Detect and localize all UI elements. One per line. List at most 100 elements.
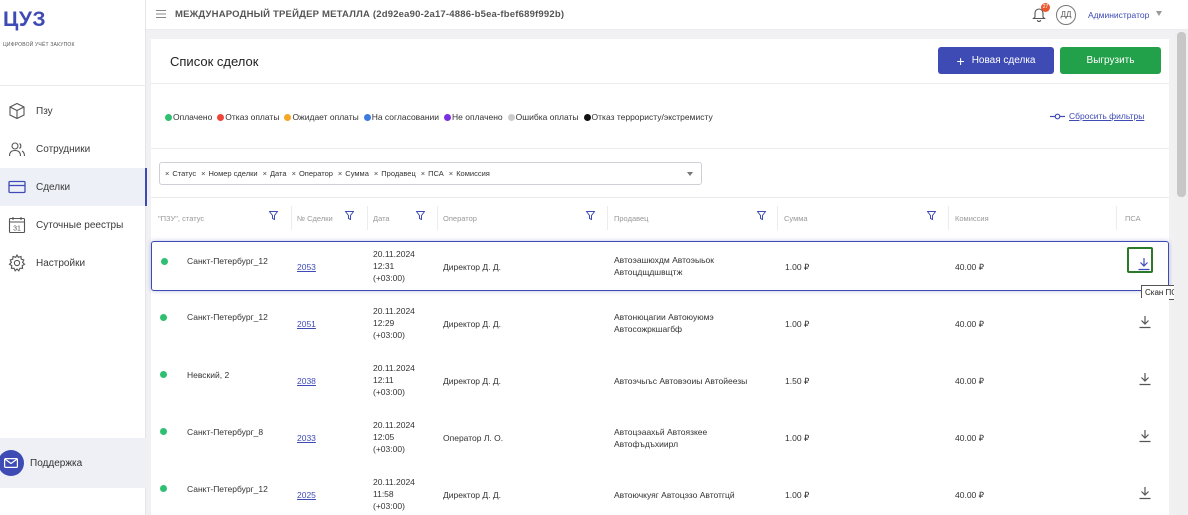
column-header-number[interactable]: № Сделки [297, 211, 333, 225]
column-header-psa[interactable]: ПСА [1125, 211, 1141, 225]
filter-icon[interactable] [586, 211, 595, 220]
legend-not-paid[interactable]: Не оплачено [444, 112, 503, 122]
close-icon[interactable]: × [201, 169, 205, 178]
column-header-date[interactable]: Дата [373, 211, 390, 225]
deal-time: 12:31 [373, 261, 395, 271]
column-header-operator[interactable]: Оператор [443, 211, 477, 225]
close-icon[interactable]: × [374, 169, 378, 178]
close-icon[interactable]: × [165, 169, 169, 178]
column-header-status[interactable]: "ПЗУ", статус [158, 211, 204, 225]
column-chip-number[interactable]: × Номер сделки [201, 169, 257, 178]
legend-payment-error[interactable]: Ошибка оплаты [507, 112, 579, 122]
point-name: Санкт-Петербург_12 [187, 312, 268, 322]
table-row[interactable]: Санкт-Петербург_12 2025 20.11.2024 11:58… [151, 469, 1169, 515]
column-select[interactable]: × Статус × Номер сделки × Дата × Оператор × С… [159, 162, 702, 185]
download-icon[interactable] [1138, 486, 1152, 500]
column-header-commission[interactable]: Комиссия [955, 211, 989, 225]
filter-reset-icon [1050, 113, 1065, 119]
seller-name-line2: Автоцдщдшвщтж [614, 267, 683, 277]
download-icon[interactable] [1138, 315, 1152, 329]
deal-timezone: (+03:00) [373, 387, 405, 397]
deal-commission: 40.00 ₽ [955, 262, 985, 272]
point-name: Санкт-Петербург_8 [187, 427, 264, 437]
sidebar-item-settings[interactable]: Настройки [0, 244, 146, 282]
deal-number-link[interactable]: 2025 [297, 490, 316, 500]
table-row[interactable]: Невский, 2 2038 20.11.2024 12:11 (+03:00… [151, 355, 1169, 405]
sidebar-item-daily-registers[interactable]: 31 Суточные реестры [0, 206, 146, 244]
filter-icon[interactable] [927, 211, 936, 220]
status-legend: Оплачено Отказ оплаты Ожидает оплаты На … [165, 112, 718, 122]
close-icon[interactable]: × [449, 169, 453, 178]
column-chip-seller[interactable]: × Продавец [374, 169, 416, 178]
reset-filters-link[interactable]: Сбросить фильтры [1050, 111, 1144, 121]
deal-number-link[interactable]: 2038 [297, 376, 316, 386]
column-header-sum[interactable]: Сумма [784, 211, 808, 225]
legend-refused-terrorist[interactable]: Отказ террористу/экстремисту [583, 112, 713, 122]
close-icon[interactable]: × [421, 169, 425, 178]
deal-sum: 1.00 ₽ [785, 262, 810, 272]
download-icon[interactable] [1138, 372, 1152, 386]
calendar-icon: 31 [8, 217, 26, 234]
table-row[interactable]: Санкт-Петербург_12 2051 20.11.2024 12:29… [151, 298, 1169, 348]
column-chip-date[interactable]: × Дата [263, 169, 287, 178]
column-separator [1116, 206, 1117, 230]
table-row[interactable]: Санкт-Петербург_12 2053 20.11.2024 12:31… [151, 241, 1169, 291]
filter-icon[interactable] [757, 211, 766, 220]
legend-label: Отказ оплаты [225, 112, 280, 122]
gear-icon [8, 254, 26, 272]
legend-awaiting-payment[interactable]: Ожидает оплаты [284, 112, 359, 122]
column-chip-operator[interactable]: × Оператор [292, 169, 333, 178]
deal-sum: 1.50 ₽ [785, 376, 810, 386]
deal-timezone: (+03:00) [373, 444, 405, 454]
deal-number-link[interactable]: 2033 [297, 433, 316, 443]
column-header-seller[interactable]: Продавец [614, 211, 648, 225]
download-icon[interactable] [1137, 257, 1151, 271]
legend-payment-refused[interactable]: Отказ оплаты [217, 112, 279, 122]
close-icon[interactable]: × [292, 169, 296, 178]
download-icon[interactable] [1138, 429, 1152, 443]
divider [151, 197, 1169, 198]
deal-timezone: (+03:00) [373, 501, 405, 511]
sidebar-item-deals[interactable]: Сделки [0, 168, 147, 206]
status-dot [160, 485, 167, 492]
chevron-down-icon[interactable] [1156, 11, 1162, 16]
close-icon[interactable]: × [338, 169, 342, 178]
scrollbar-thumb[interactable] [1177, 32, 1186, 197]
organization-title: МЕЖДУНАРОДНЫЙ ТРЕЙДЕР МЕТАЛЛА (2d92ea90-… [175, 9, 565, 20]
legend-under-approval[interactable]: На согласовании [363, 112, 439, 122]
deal-number-link[interactable]: 2053 [297, 262, 316, 272]
logo[interactable]: ЦУЗ [3, 8, 46, 32]
deal-number-link[interactable]: 2051 [297, 319, 316, 329]
sidebar: ЦУЗ ЦИФРОВОЙ УЧЁТ ЗАКУПОК Пзу Сотрудники… [0, 0, 147, 515]
avatar[interactable]: ДД [1056, 5, 1076, 25]
sidebar-item-employees[interactable]: Сотрудники [0, 130, 146, 168]
filter-icon[interactable] [269, 211, 278, 220]
filter-icon[interactable] [416, 211, 425, 220]
user-role-menu[interactable]: Администратор [1088, 10, 1149, 20]
menu-icon[interactable] [156, 9, 166, 19]
sidebar-item-label: Сотрудники [36, 143, 91, 155]
chevron-down-icon[interactable] [687, 172, 693, 176]
legend-paid[interactable]: Оплачено [165, 112, 212, 122]
new-deal-button[interactable]: + Новая сделка [938, 47, 1054, 74]
column-chip-status[interactable]: × Статус [165, 169, 196, 178]
column-chip-psa[interactable]: × ПСА [421, 169, 444, 178]
status-dot [160, 428, 167, 435]
deal-commission: 40.00 ₽ [955, 433, 985, 443]
status-dot [507, 113, 515, 121]
plus-icon: + [956, 52, 965, 69]
topbar: МЕЖДУНАРОДНЫЙ ТРЕЙДЕР МЕТАЛЛА (2d92ea90-… [146, 0, 1188, 30]
column-chip-sum[interactable]: × Сумма [338, 169, 369, 178]
status-dot [160, 371, 167, 378]
support-button[interactable]: Поддержка [0, 438, 146, 488]
close-icon[interactable]: × [263, 169, 267, 178]
table-row[interactable]: Санкт-Петербург_8 2033 20.11.2024 12:05 … [151, 412, 1169, 462]
point-name: Невский, 2 [187, 370, 230, 380]
export-button[interactable]: Выгрузить [1060, 47, 1161, 74]
filter-icon[interactable] [345, 211, 354, 220]
legend-label: Не оплачено [452, 112, 503, 122]
deal-time: 12:29 [373, 318, 395, 328]
deal-timezone: (+03:00) [373, 273, 405, 283]
column-chip-commission[interactable]: × Комиссия [449, 169, 490, 178]
sidebar-item-pzu[interactable]: Пзу [0, 92, 146, 130]
